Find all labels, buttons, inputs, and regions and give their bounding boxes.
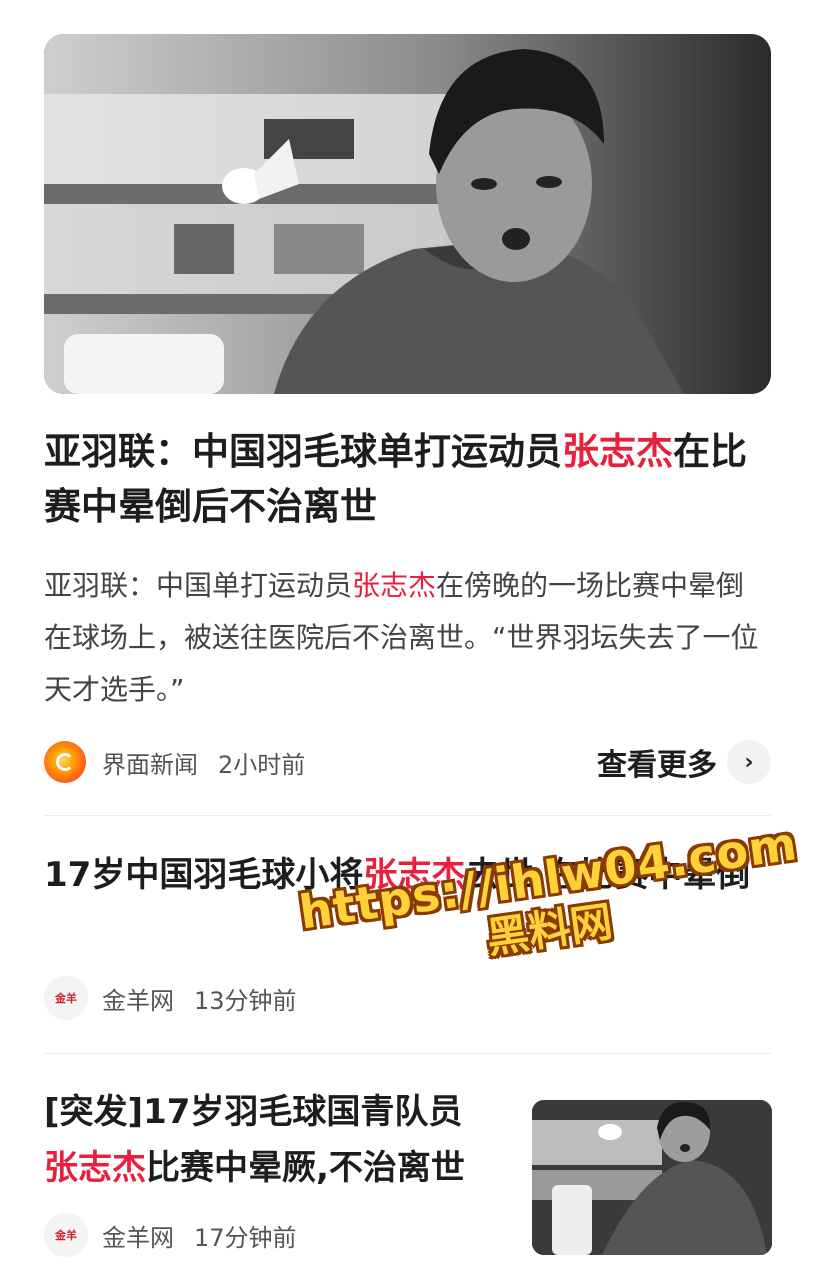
view-more-button[interactable]: 查看更多 › [597, 740, 771, 784]
article3-meta: 金羊 金羊网 17分钟前 [44, 1213, 297, 1257]
watermark: https://ihlw04.com 黑料网 [296, 816, 801, 989]
summary-part-1: 亚羽联：中国单打运动员 [44, 569, 353, 602]
badminton-player-thumbnail [532, 1100, 772, 1255]
article3-time: 17分钟前 [194, 1223, 297, 1252]
jiemian-logo-icon [44, 741, 86, 783]
chevron-right-icon: › [727, 740, 771, 784]
title3-part-1: [突发]17岁羽毛球国青队员 [44, 1092, 463, 1132]
divider [44, 815, 771, 816]
jinyang-logo-icon: 金羊 [44, 1213, 88, 1257]
article2-time: 13分钟前 [194, 986, 297, 1015]
article2-meta: 金羊 金羊网 13分钟前 [44, 976, 297, 1020]
headline-part-1: 亚羽联：中国羽毛球单打运动员 [44, 430, 562, 473]
article2-source[interactable]: 金羊网 [102, 981, 174, 1016]
view-more-label: 查看更多 [597, 748, 717, 783]
article2-title[interactable]: 17岁中国羽毛球小将张志杰去世,在比赛中晕倒 [44, 848, 764, 902]
article1-headline[interactable]: 亚羽联：中国羽毛球单打运动员张志杰在比赛中晕倒后不治离世 [44, 424, 774, 534]
title2-keyword: 张志杰 [363, 855, 466, 895]
summary-keyword: 张志杰 [352, 569, 437, 602]
article-hero-image[interactable] [44, 34, 771, 394]
badminton-player-photo [44, 34, 771, 394]
divider [44, 1053, 771, 1054]
article3-title[interactable]: [突发]17岁羽毛球国青队员 张志杰比赛中晕厥,不治离世 [44, 1084, 514, 1196]
article1-time: 2小时前 [218, 750, 306, 779]
title2-part-1: 17岁中国羽毛球小将 [44, 855, 364, 895]
headline-keyword: 张志杰 [562, 430, 673, 473]
article1-summary[interactable]: 亚羽联：中国单打运动员张志杰在傍晚的一场比赛中晕倒在球场上，被送往医院后不治离世… [44, 560, 764, 716]
title3-keyword: 张志杰 [44, 1148, 146, 1188]
article3-thumbnail[interactable] [532, 1100, 772, 1255]
title3-part-2: 比赛中晕厥,不治离世 [146, 1148, 465, 1188]
article1-source[interactable]: 界面新闻 [102, 745, 198, 780]
jinyang-logo-icon: 金羊 [44, 976, 88, 1020]
article3-source[interactable]: 金羊网 [102, 1218, 174, 1253]
title2-part-2: 去世,在比赛中晕倒 [465, 855, 751, 895]
article1-meta: 界面新闻 2小时前 [44, 741, 305, 783]
